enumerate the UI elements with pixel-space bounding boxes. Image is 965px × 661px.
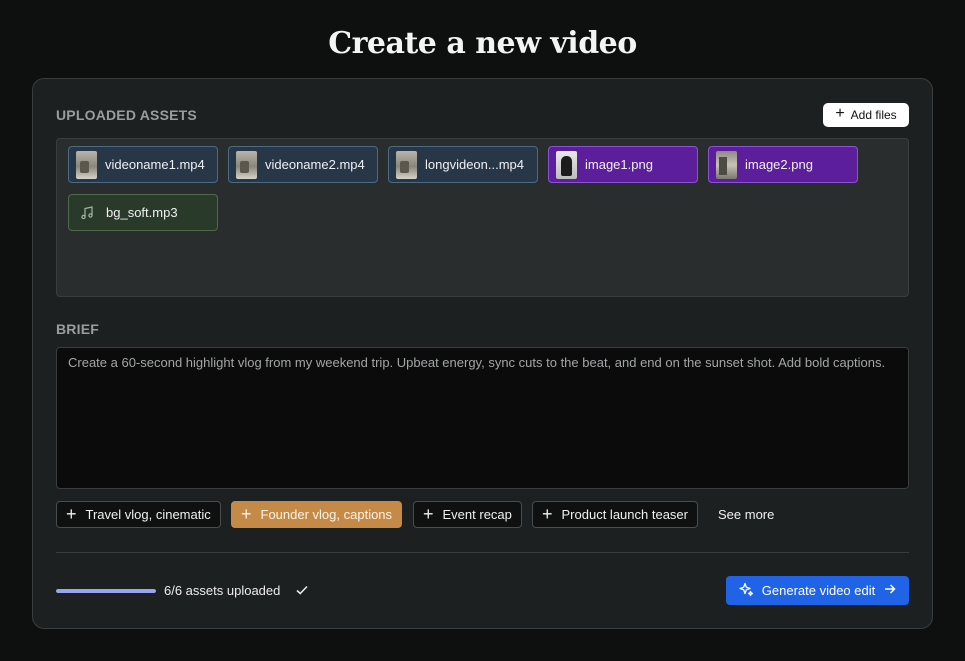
page-title: Create a new video <box>328 26 637 61</box>
asset-name: image2.png <box>745 157 813 172</box>
arrow-right-icon <box>883 582 897 599</box>
suggestion-label: Founder vlog, captions <box>260 507 393 522</box>
asset-name: longvideon...mp4 <box>425 157 525 172</box>
plus-icon: + <box>241 503 252 524</box>
asset-name: videoname2.mp4 <box>265 157 365 172</box>
image-thumbnail <box>716 150 737 179</box>
suggestion-chip[interactable]: + Travel vlog, cinematic <box>56 501 221 528</box>
check-icon <box>295 583 309 602</box>
asset-chip-video[interactable]: videoname1.mp4 <box>68 146 218 183</box>
sparkle-icon <box>738 581 754 600</box>
upload-status-text: 6/6 assets uploaded <box>164 583 281 598</box>
video-thumbnail <box>396 150 417 179</box>
divider <box>56 552 909 553</box>
brief-textarea[interactable]: Create a 60-second highlight vlog from m… <box>56 347 909 489</box>
assets-list: videoname1.mp4 videoname2.mp4 longvideon… <box>56 138 909 297</box>
add-files-label: Add files <box>850 108 897 122</box>
create-video-card: UPLOADED ASSETS + Add files videoname1.m… <box>32 78 933 629</box>
uploaded-assets-label: UPLOADED ASSETS <box>56 107 197 123</box>
asset-chip-video[interactable]: longvideon...mp4 <box>388 146 538 183</box>
upload-progress-fill <box>56 589 156 593</box>
suggestion-label: Event recap <box>442 507 512 522</box>
suggestion-chip[interactable]: + Product launch teaser <box>532 501 698 528</box>
suggestion-chip[interactable]: + Event recap <box>413 501 522 528</box>
asset-chip-image[interactable]: image2.png <box>708 146 858 183</box>
suggestion-chip-selected[interactable]: + Founder vlog, captions <box>231 501 403 528</box>
music-note-icon <box>76 205 98 220</box>
brief-label: BRIEF <box>56 321 99 337</box>
asset-chip-audio[interactable]: bg_soft.mp3 <box>68 194 218 231</box>
generate-video-edit-button[interactable]: Generate video edit <box>726 576 909 605</box>
plus-icon: + <box>66 503 77 524</box>
video-thumbnail <box>236 150 257 179</box>
asset-name: bg_soft.mp3 <box>106 205 178 220</box>
add-files-button[interactable]: + Add files <box>823 103 909 127</box>
asset-chip-video[interactable]: videoname2.mp4 <box>228 146 378 183</box>
asset-name: image1.png <box>585 157 653 172</box>
suggestion-label: Product launch teaser <box>561 507 688 522</box>
see-more-link[interactable]: See more <box>718 501 774 528</box>
plus-icon: + <box>542 503 553 524</box>
image-thumbnail <box>556 150 577 179</box>
asset-chip-image[interactable]: image1.png <box>548 146 698 183</box>
generate-label: Generate video edit <box>761 583 876 598</box>
video-thumbnail <box>76 150 97 179</box>
plus-icon: + <box>423 503 434 524</box>
upload-progress-bar <box>56 589 156 593</box>
asset-name: videoname1.mp4 <box>105 157 205 172</box>
suggestion-label: Travel vlog, cinematic <box>85 507 211 522</box>
plus-icon: + <box>835 105 845 122</box>
